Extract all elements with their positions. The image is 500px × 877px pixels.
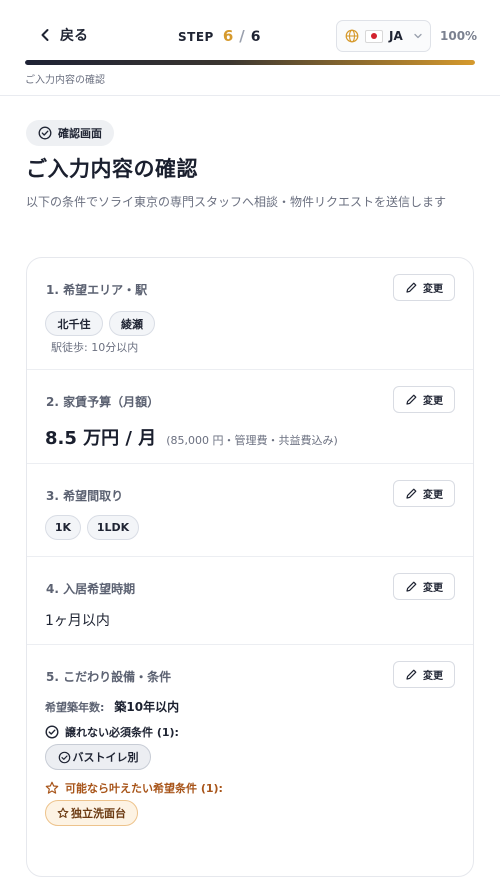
step-current: 6 — [222, 27, 234, 45]
edit-area-button[interactable]: 変更 — [393, 274, 455, 301]
japan-flag-icon — [365, 29, 383, 43]
edit-budget-button[interactable]: 変更 — [393, 386, 455, 413]
step-total: 6 — [250, 29, 261, 45]
page-description: 以下の条件でソライ東京の専門スタッフへ相談・物件リクエストを送信します — [26, 195, 447, 209]
check-circle-icon — [38, 126, 52, 140]
edit-facilities-button[interactable]: 変更 — [393, 661, 455, 688]
star-icon — [57, 807, 69, 818]
layout-chip: 1LDK — [87, 515, 139, 540]
chevron-down-icon — [414, 33, 422, 39]
budget-value: 8.5 万円 / 月 (85,000 円・管理費・共益費込み) — [45, 424, 338, 450]
wish-conditions-heading: 可能なら叶えたい希望条件 (1): — [45, 780, 223, 796]
back-label: 戻る — [60, 28, 88, 44]
pencil-icon — [406, 669, 417, 680]
edit-label: 変更 — [423, 284, 443, 295]
section-title-area: 1. 希望エリア・駅 — [46, 283, 148, 297]
edit-label: 変更 — [423, 583, 443, 594]
chevron-left-icon — [41, 29, 49, 41]
move-in-value: 1ヶ月以内 — [45, 613, 110, 629]
layout-chip: 1K — [45, 515, 81, 540]
required-conditions-heading: 譲れない必須条件 (1): — [45, 724, 179, 740]
pencil-icon — [406, 282, 417, 293]
confirmation-badge: 確認画面 — [26, 120, 114, 146]
edit-layout-button[interactable]: 変更 — [393, 480, 455, 507]
section-move-in — [27, 557, 473, 645]
progress-fill — [25, 60, 475, 65]
wish-item: 独立洗面台 — [71, 807, 126, 820]
wish-label: 可能なら叶えたい希望条件 (1): — [65, 782, 223, 795]
section-title-move-in: 4. 入居希望時期 — [46, 582, 136, 596]
budget-note: (85,000 円・管理費・共益費込み) — [166, 434, 338, 447]
station-chip: 綾瀬 — [109, 311, 155, 336]
pencil-icon — [406, 394, 417, 405]
pencil-icon — [406, 488, 417, 499]
breadcrumb: ご入力内容の確認 — [25, 75, 105, 86]
step-indicator: STEP 6 / 6 — [178, 27, 261, 45]
walk-time: 駅徒歩: 10分以内 — [51, 341, 139, 354]
pencil-icon — [406, 581, 417, 592]
language-code: JA — [389, 29, 403, 43]
edit-label: 変更 — [423, 490, 443, 501]
check-circle-icon — [58, 751, 70, 763]
building-age-value: 築10年以内 — [114, 700, 180, 714]
section-title-facilities: 5. こだわり設備・条件 — [46, 670, 172, 684]
edit-move-in-button[interactable]: 変更 — [393, 573, 455, 600]
language-selector[interactable]: JA — [336, 20, 431, 52]
edit-label: 変更 — [423, 671, 443, 682]
globe-icon — [345, 29, 359, 43]
step-label: STEP — [178, 30, 214, 44]
required-chip: バストイレ別 — [45, 744, 151, 770]
required-label: 譲れない必須条件 (1): — [65, 726, 179, 739]
star-icon — [45, 781, 59, 794]
section-title-budget: 2. 家賃予算（月額） — [46, 395, 160, 409]
budget-amount: 8.5 万円 / 月 — [45, 428, 157, 449]
station-chip: 北千住 — [45, 311, 103, 336]
progress-bar — [25, 60, 475, 65]
building-age-label: 希望築年数: — [45, 701, 105, 714]
wish-chip: 独立洗面台 — [45, 800, 138, 826]
progress-percent: 100% — [440, 29, 478, 43]
edit-label: 変更 — [423, 396, 443, 407]
back-button[interactable]: 戻る — [38, 25, 88, 45]
building-age: 希望築年数: 築10年以内 — [45, 698, 179, 715]
page-title: ご入力内容の確認 — [26, 157, 198, 181]
required-item: バストイレ別 — [72, 751, 139, 764]
step-separator: / — [239, 27, 245, 45]
section-layout — [27, 464, 473, 557]
header: 戻る STEP 6 / 6 JA 100% ご入力内容の確認 — [0, 0, 500, 96]
check-circle-icon — [45, 725, 59, 739]
section-title-layout: 3. 希望間取り — [46, 489, 124, 503]
badge-label: 確認画面 — [58, 127, 102, 140]
